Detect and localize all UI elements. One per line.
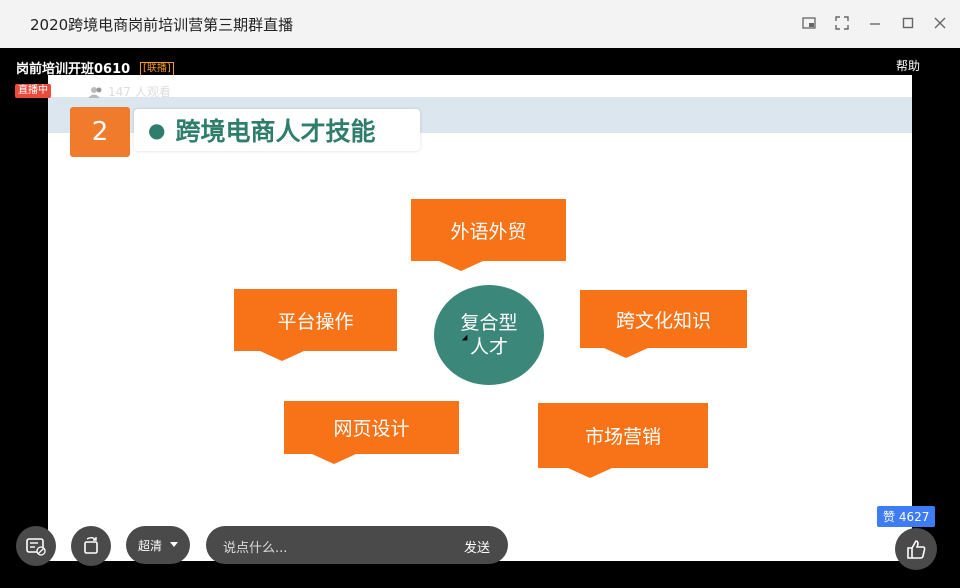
- bullet-icon: ●: [148, 118, 166, 142]
- chat-placeholder: 说点什么...: [223, 541, 288, 556]
- quality-selector[interactable]: 超清: [126, 526, 190, 564]
- skill-label: 市场营销: [584, 426, 661, 448]
- viewer-count: 147 人观看: [88, 83, 171, 100]
- like-number: 4627: [898, 510, 930, 524]
- slide-heading-text: 跨境电商人才技能: [175, 117, 376, 146]
- slide-number: 2: [70, 107, 130, 157]
- thumbs-up-icon: [907, 540, 926, 559]
- skill-card-foreign-trade: 外语外贸: [411, 199, 566, 271]
- skill-card-platform: 平台操作: [234, 289, 397, 361]
- viewer-suffix: 人观看: [134, 85, 171, 99]
- callout-tail: [312, 454, 356, 464]
- send-button[interactable]: 发送: [464, 537, 490, 556]
- presentation-slide: 2 ● 跨境电商人才技能 外语外贸 平台操作 跨文化知识 网页设计 市场营销 复…: [48, 75, 912, 561]
- minimize-icon[interactable]: [862, 10, 888, 36]
- skill-card-marketing: 市场营销: [538, 403, 708, 478]
- window-titlebar: 2020跨境电商岗前培训营第三期群直播: [0, 0, 960, 49]
- fullscreen-icon[interactable]: [829, 10, 855, 36]
- center-line-2: 人才: [469, 336, 508, 358]
- danmaku-toggle-button[interactable]: [16, 526, 56, 566]
- pip-icon[interactable]: [796, 10, 822, 36]
- like-label: 赞: [883, 510, 896, 524]
- callout-tail: [568, 468, 612, 478]
- skill-label: 平台操作: [277, 310, 354, 333]
- slide-heading: ● 跨境电商人才技能: [134, 109, 420, 151]
- caret-down-icon: [170, 542, 178, 547]
- close-icon[interactable]: [927, 10, 953, 36]
- center-line-1: 复合型: [460, 312, 518, 334]
- live-status-badge: 直播中: [15, 84, 51, 98]
- chat-input[interactable]: 说点什么... 发送: [206, 526, 508, 564]
- callout-tail: [439, 261, 483, 271]
- maximize-icon[interactable]: [895, 10, 921, 36]
- skill-label: 外语外贸: [450, 220, 527, 243]
- window-title: 2020跨境电商岗前培训营第三期群直播: [30, 16, 294, 34]
- callout-tail: [260, 351, 304, 361]
- skill-card-cross-culture: 跨文化知识: [580, 290, 747, 358]
- viewer-number: 147: [108, 84, 131, 99]
- skill-card-web-design: 网页设计: [284, 401, 459, 464]
- rotate-icon: [84, 537, 98, 554]
- help-link[interactable]: 帮助: [896, 57, 920, 74]
- live-stage: 岗前培训开班0610 [联播] 帮助 2 ● 跨境电商人才技能 外语外贸 平台操…: [0, 48, 960, 588]
- skill-label: 跨文化知识: [615, 309, 711, 332]
- danmaku-off-icon: [26, 538, 46, 556]
- like-count-badge: 赞 4627: [877, 506, 936, 527]
- quality-label: 超清: [137, 538, 162, 553]
- like-button[interactable]: [895, 528, 937, 570]
- rotate-screen-button[interactable]: [71, 526, 111, 566]
- skill-label: 网页设计: [333, 418, 410, 440]
- co-broadcast-tag: [联播]: [140, 62, 174, 76]
- callout-tail: [604, 348, 648, 358]
- people-icon: [88, 86, 102, 98]
- center-circle: 复合型 人才: [434, 285, 544, 385]
